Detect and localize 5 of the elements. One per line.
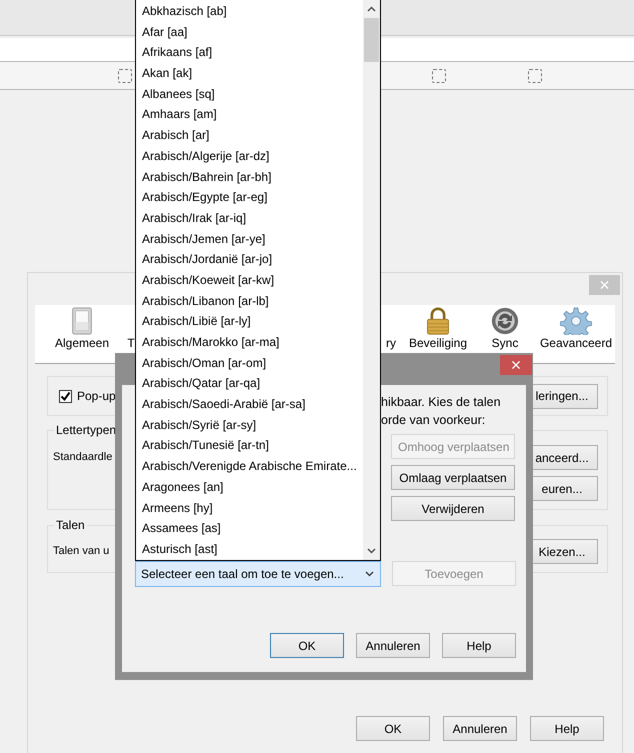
group-title: Talen xyxy=(54,518,87,532)
instruction-text: hikbaar. Kies de talen xyxy=(381,394,502,411)
instruction-text: orde van voorkeur: xyxy=(381,412,486,429)
field-label: Standaardle xyxy=(53,451,112,463)
field-label: Talen van u xyxy=(53,545,110,557)
